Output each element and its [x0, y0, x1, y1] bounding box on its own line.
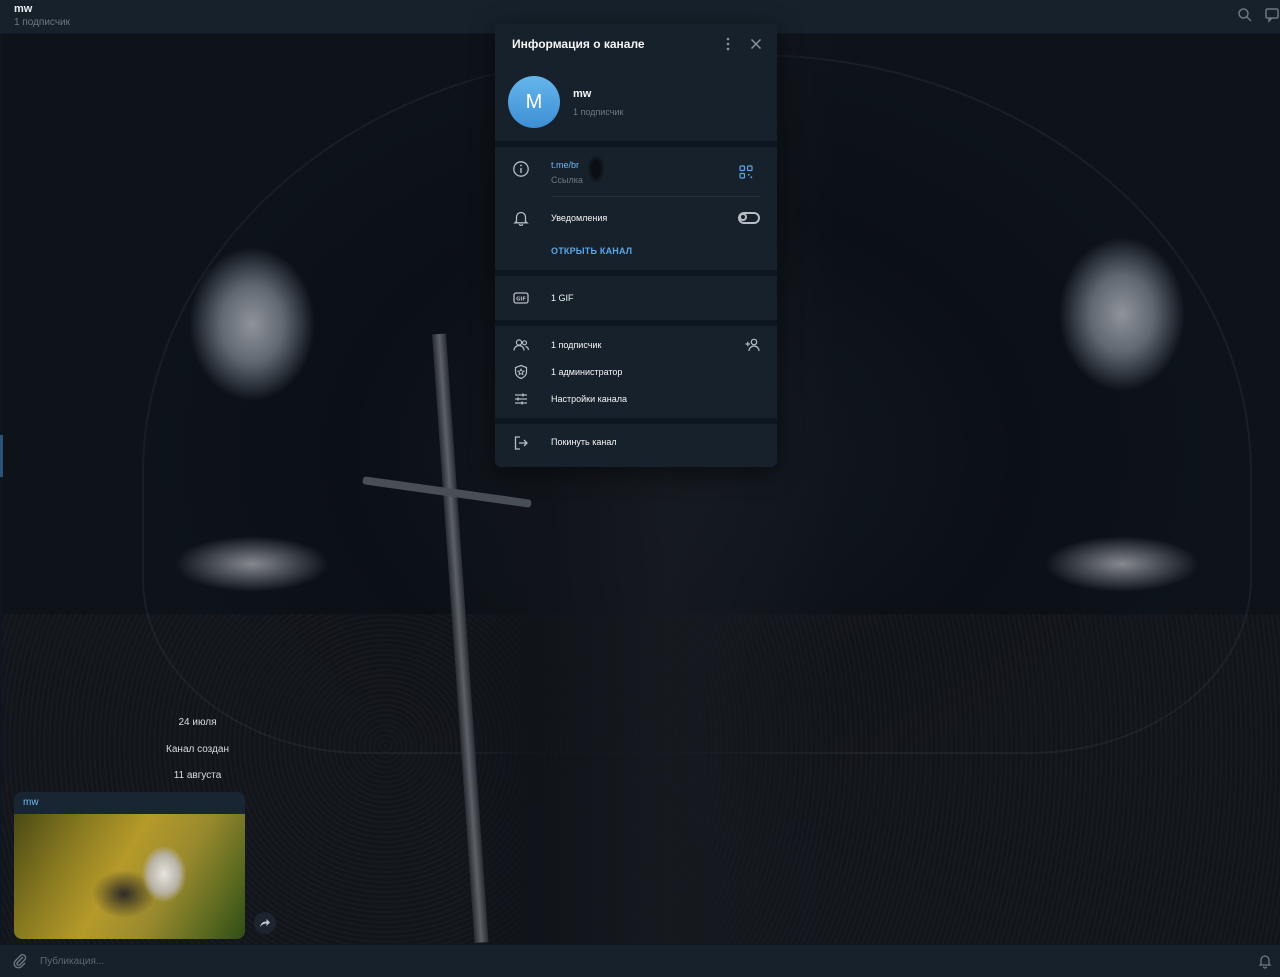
channel-link[interactable]: t.me/br [551, 160, 579, 170]
attach-icon[interactable] [12, 953, 28, 974]
users-icon [512, 336, 530, 354]
add-subscriber-icon[interactable] [744, 336, 762, 354]
dialog-title: Информация о канале [512, 37, 645, 51]
share-icon [260, 919, 270, 927]
toggle-knob [739, 213, 747, 221]
share-button[interactable] [254, 912, 276, 934]
section-divider [495, 141, 777, 147]
notifications-label: Уведомления [551, 213, 608, 223]
avatar[interactable]: M [508, 76, 560, 128]
channel-settings-link[interactable]: Настройки канала [551, 394, 627, 404]
channel-subscribers: 1 подписчик [573, 107, 624, 117]
qr-code-icon[interactable] [738, 164, 754, 180]
search-icon[interactable] [1237, 7, 1255, 25]
channel-info-dialog: Информация о канале M mw 1 подписчик t.m… [495, 24, 777, 467]
gif-icon: GIF [512, 289, 530, 307]
post-gif[interactable] [14, 814, 245, 939]
date-separator: 11 августа [173, 770, 222, 781]
redaction-mark [588, 155, 604, 183]
channel-post[interactable]: mw [14, 792, 245, 939]
channel-profile: M mw 1 подписчик [495, 64, 777, 166]
subscribers-link[interactable]: 1 подписчик [551, 340, 601, 350]
message-composer[interactable]: Публикация... [0, 944, 1280, 977]
chat-subtitle: 1 подписчик [14, 17, 70, 28]
section-divider [495, 418, 777, 424]
open-channel-button[interactable]: ОТКРЫТЬ КАНАЛ [551, 246, 632, 256]
row-divider [551, 196, 761, 197]
date-separator: 24 июля [178, 717, 217, 728]
leave-channel-button[interactable]: Покинуть канал [551, 437, 617, 447]
svg-text:GIF: GIF [516, 297, 526, 303]
bell-icon[interactable] [1257, 953, 1273, 974]
dialog-header: Информация о канале [495, 24, 777, 64]
section-divider [495, 270, 777, 276]
settings-sliders-icon [512, 390, 530, 408]
channel-link-label: Ссылка [551, 175, 583, 185]
close-icon[interactable] [748, 36, 764, 52]
bell-icon [512, 209, 530, 227]
shared-gifs[interactable]: 1 GIF [551, 293, 574, 303]
leave-icon [512, 434, 530, 452]
more-options-icon[interactable] [720, 36, 736, 52]
service-message: Канал создан [166, 744, 229, 755]
comments-icon[interactable] [1264, 7, 1280, 25]
info-icon [512, 160, 530, 178]
notifications-toggle[interactable] [738, 212, 760, 224]
post-author: mw [23, 797, 39, 808]
scroll-accent [0, 435, 3, 477]
channel-name: mw [573, 88, 592, 100]
admins-link[interactable]: 1 администратор [551, 367, 622, 377]
section-divider [495, 320, 777, 326]
chat-title: mw [14, 3, 33, 15]
message-input[interactable]: Публикация... [40, 956, 104, 967]
admin-shield-icon [512, 363, 530, 381]
